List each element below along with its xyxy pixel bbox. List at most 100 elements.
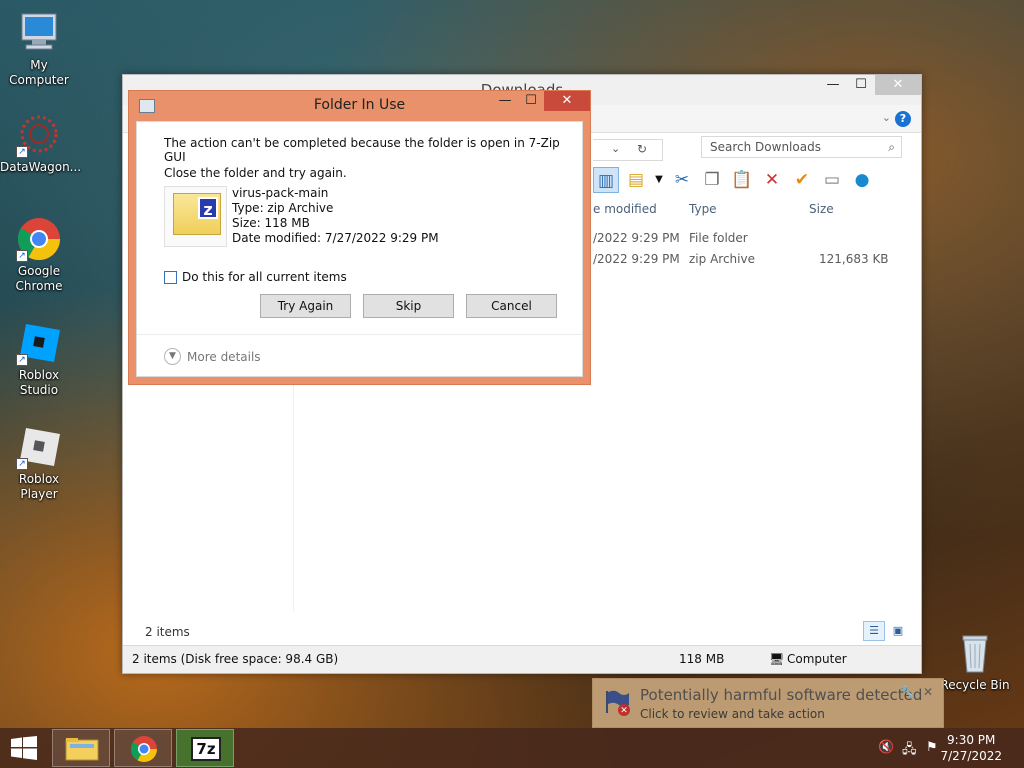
shortcut-arrow-icon: ↗	[16, 354, 28, 366]
delete-icon[interactable]: ✕	[759, 167, 785, 193]
file-name: virus-pack-main	[232, 186, 329, 200]
desktop-icon-label: DataWagon...	[0, 160, 82, 174]
system-tray: 🔇 🖧 ⚑ 9:30 PM 7/27/2022	[864, 728, 1024, 768]
table-row[interactable]: /2022 9:29 PM zip Archive 121,683 KB	[593, 250, 901, 270]
refresh-icon[interactable]: ↻	[637, 142, 647, 156]
chevron-down-icon: ▼	[164, 348, 181, 365]
recycle-bin-icon	[952, 630, 998, 676]
close-button[interactable]: ✕	[875, 75, 921, 95]
minimize-button[interactable]: —	[819, 75, 847, 95]
desktop-icon-label: Recycle Bin	[940, 678, 1010, 692]
dialog-titlebar[interactable]: Folder In Use — ☐ ✕	[129, 91, 590, 121]
computer-icon	[16, 10, 62, 56]
column-headers: e modified Type Size	[593, 199, 921, 221]
details-view-icon[interactable]: ☰	[863, 621, 885, 641]
more-details-toggle[interactable]: ▼ More details	[164, 348, 261, 365]
desktop-icon-label: My Computer	[9, 58, 69, 87]
taskbar: 7z 🔇 🖧 ⚑ 9:30 PM 7/27/2022	[0, 728, 1024, 768]
column-type[interactable]: Type	[689, 202, 717, 216]
address-box[interactable]: ⌄ ↻	[593, 139, 663, 161]
column-date-modified[interactable]: e modified	[593, 202, 657, 216]
shortcut-arrow-icon: ↗	[16, 250, 28, 262]
apply-all-checkbox[interactable]	[164, 270, 177, 284]
action-center-flag-icon[interactable]: ⚑	[926, 740, 938, 755]
pane-divider[interactable]	[293, 375, 294, 611]
dialog-separator	[137, 334, 582, 335]
wrench-icon[interactable]: 🔧	[900, 685, 915, 699]
taskbar-file-explorer[interactable]	[52, 729, 110, 767]
file-size: Size: 118 MB	[232, 216, 310, 230]
apply-all-checkbox-row[interactable]: Do this for all current items	[164, 270, 347, 284]
chrome-icon	[130, 736, 158, 763]
seven-zip-icon: 7z	[191, 737, 221, 761]
dialog-instruction: Close the folder and try again.	[164, 166, 347, 180]
desktop-icon-label: Google Chrome	[15, 264, 63, 293]
try-again-button[interactable]: Try Again	[260, 294, 351, 318]
search-input[interactable]: Search Downloads ⌕	[701, 136, 902, 158]
notification-close-icon[interactable]: ✕	[923, 685, 933, 699]
maximize-button[interactable]: ☐	[847, 75, 875, 95]
row-type: File folder	[689, 231, 748, 245]
notification-subtitle: Click to review and take action	[640, 707, 825, 721]
skip-button[interactable]: Skip	[363, 294, 454, 318]
clock[interactable]: 9:30 PM 7/27/2022	[940, 732, 1002, 764]
desktop-icon-my-computer[interactable]: My Computer	[0, 10, 78, 88]
large-icons-view-icon[interactable]: ▣	[887, 621, 909, 641]
roblox-studio-icon: ↗	[16, 320, 62, 366]
zip-archive-icon: z	[173, 193, 221, 235]
network-icon[interactable]: 🖧	[902, 740, 917, 762]
desktop-icon-datawagon[interactable]: ↗ DataWagon...	[0, 112, 82, 175]
file-date: Date modified: 7/27/2022 9:29 PM	[232, 231, 439, 245]
search-icon: ⌕	[888, 140, 895, 154]
folder-in-use-dialog: Folder In Use — ☐ ✕ The action can't be …	[128, 90, 591, 385]
checkmark-icon[interactable]: ✔	[789, 167, 815, 193]
security-notification[interactable]: ✕ Potentially harmful software detected …	[592, 678, 944, 728]
desktop-icon-google-chrome[interactable]: ↗ Google Chrome	[0, 216, 78, 294]
clock-time: 9:30 PM	[947, 733, 996, 747]
taskbar-7zip[interactable]: 7z	[176, 729, 234, 767]
status-size: 118 MB	[679, 652, 725, 666]
desktop-icon-roblox-studio[interactable]: ↗ Roblox Studio	[0, 320, 78, 398]
windows-logo-icon	[11, 736, 37, 760]
desktop-icon-roblox-player[interactable]: ↗ Roblox Player	[0, 424, 78, 502]
column-size[interactable]: Size	[809, 202, 834, 216]
seven-zip-badge-icon: z	[198, 197, 218, 219]
row-date: /2022 9:29 PM	[593, 252, 680, 266]
svg-text:✕: ✕	[620, 706, 628, 716]
clock-date: 7/27/2022	[940, 749, 1002, 763]
start-button[interactable]	[10, 736, 38, 760]
apply-all-label: Do this for all current items	[182, 270, 347, 284]
check-folder-icon[interactable]: ▤	[623, 167, 649, 193]
file-info: virus-pack-main Type: zip Archive Size: …	[232, 186, 439, 246]
row-size: 121,683 KB	[819, 252, 889, 266]
dialog-close-button[interactable]: ✕	[544, 91, 590, 111]
cancel-button[interactable]: Cancel	[466, 294, 557, 318]
search-placeholder: Search Downloads	[710, 140, 821, 154]
cut-icon[interactable]: ✂	[669, 167, 695, 193]
notification-title: Potentially harmful software detected	[640, 686, 923, 704]
row-date: /2022 9:29 PM	[593, 231, 680, 245]
file-type: Type: zip Archive	[232, 201, 334, 215]
computer-icon: 🖥	[769, 652, 785, 666]
folder-icon	[65, 738, 99, 761]
table-row[interactable]: /2022 9:29 PM File folder	[593, 229, 901, 249]
ribbon-expand-icon[interactable]: ⌄	[882, 111, 891, 124]
row-type: zip Archive	[689, 252, 755, 266]
dialog-minimize-button[interactable]: —	[492, 91, 518, 111]
volume-muted-icon[interactable]: 🔇	[878, 740, 894, 755]
dropdown-icon[interactable]: ⌄	[611, 142, 620, 155]
dialog-maximize-button[interactable]: ☐	[518, 91, 544, 111]
shortcut-arrow-icon: ↗	[16, 458, 28, 470]
help-icon[interactable]: ?	[895, 111, 911, 127]
action-center-flag-icon: ✕	[603, 687, 633, 717]
copy-icon[interactable]: ❐	[699, 167, 725, 193]
explorer-toolbar: ▥ ▤ ▼ ✂ ❐ 📋 ✕ ✔ ▭ ●	[593, 167, 875, 199]
desktop-icon-recycle-bin[interactable]: Recycle Bin	[936, 630, 1014, 693]
dropdown-arrow-icon[interactable]: ▼	[653, 167, 665, 193]
rename-icon[interactable]: ▭	[819, 167, 845, 193]
preview-pane-icon[interactable]: ▥	[593, 167, 619, 193]
status-bar: 2 items (Disk free space: 98.4 GB) 118 M…	[123, 645, 921, 673]
paste-icon[interactable]: 📋	[729, 167, 755, 193]
taskbar-google-chrome[interactable]	[114, 729, 172, 767]
globe-icon[interactable]: ●	[849, 167, 875, 193]
